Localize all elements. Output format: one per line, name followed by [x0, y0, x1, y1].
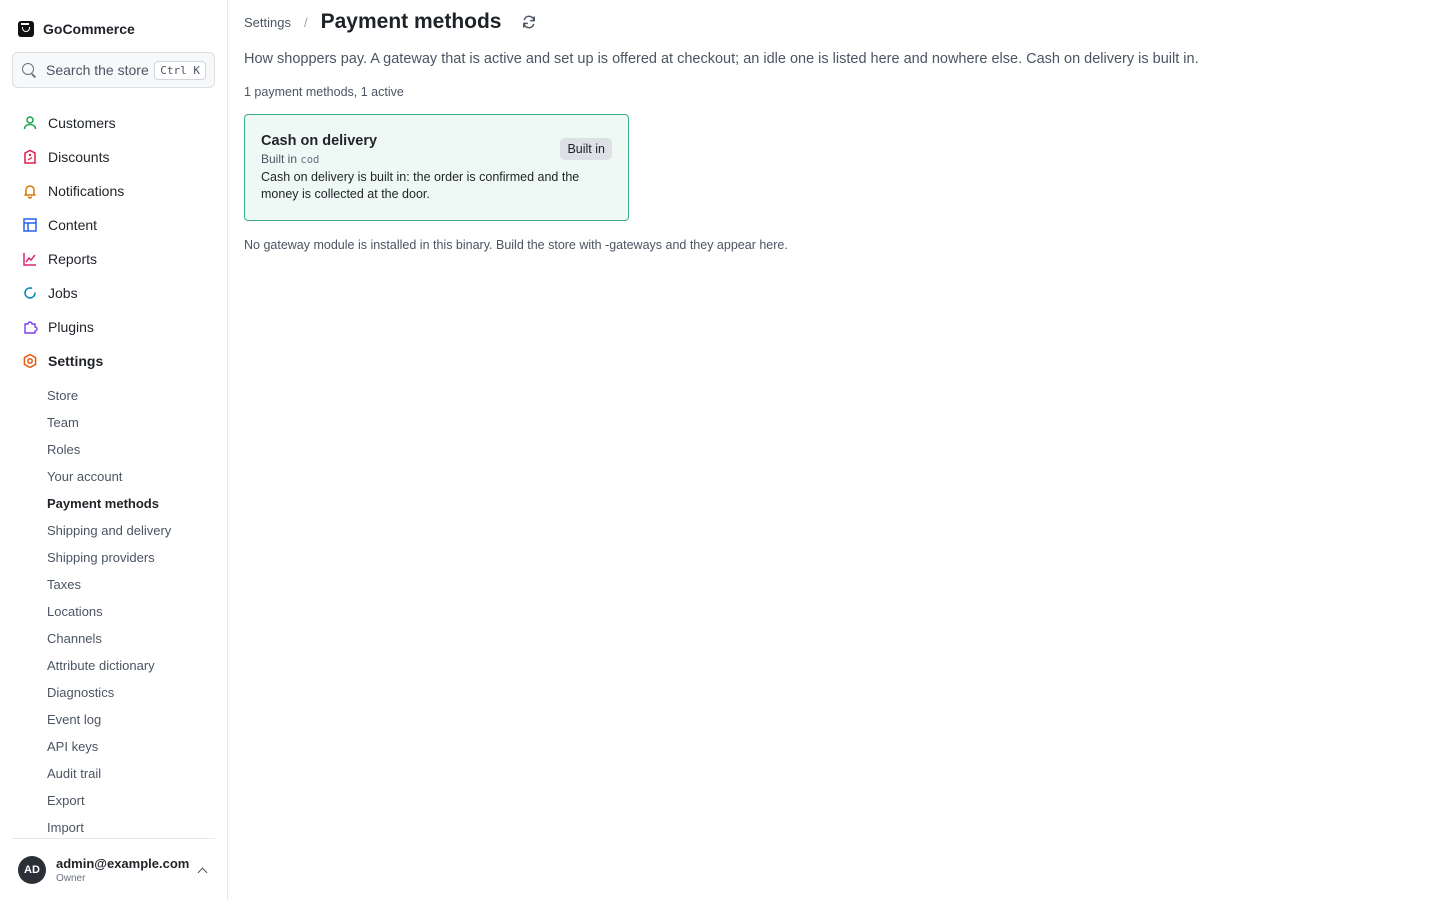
main-content: Settings / Payment methods How shoppers …: [228, 0, 1440, 900]
avatar: AD: [18, 855, 46, 884]
search-placeholder: Search the store: [46, 62, 149, 78]
nav-item-customers[interactable]: Customers: [0, 106, 227, 140]
person-icon: [22, 115, 38, 131]
subnav-item-api-keys[interactable]: API keys: [0, 733, 227, 760]
chevron-up-icon[interactable]: [197, 865, 207, 875]
payment-method-card[interactable]: Cash on delivery Built in cod Cash on de…: [244, 114, 629, 221]
layout-icon: [22, 217, 38, 233]
shortcut-hint: Ctrl K: [154, 60, 206, 80]
subnav-item-shipping-providers[interactable]: Shipping providers: [0, 544, 227, 571]
search-input[interactable]: Search the store Ctrl K: [12, 52, 215, 88]
spinner-icon: [22, 285, 38, 301]
user-menu[interactable]: AD admin@example.com Owner: [12, 838, 215, 900]
app-root: GoCommerce Search the store Ctrl K Custo…: [0, 0, 1440, 900]
methods-count: 1 payment methods, 1 active: [244, 85, 404, 99]
subnav-item-team[interactable]: Team: [0, 409, 227, 436]
chart-icon: [22, 251, 38, 267]
payment-method-kind: Built in: [261, 152, 298, 166]
tag-icon: [22, 149, 38, 165]
nav-item-reports[interactable]: Reports: [0, 242, 227, 276]
nav-item-plugins[interactable]: Plugins: [0, 310, 227, 344]
brand[interactable]: GoCommerce: [0, 14, 227, 44]
subnav-item-your-account[interactable]: Your account: [0, 463, 227, 490]
nav-item-content[interactable]: Content: [0, 208, 227, 242]
subnav-item-shipping-and-delivery[interactable]: Shipping and delivery: [0, 517, 227, 544]
main-nav: Customers Discounts Notifications Conten…: [0, 106, 227, 378]
brand-name: GoCommerce: [43, 21, 135, 37]
subnav-item-locations[interactable]: Locations: [0, 598, 227, 625]
puzzle-icon: [22, 319, 38, 335]
nav-label: Discounts: [48, 149, 110, 165]
status-badge: Built in: [560, 138, 612, 160]
subnav-item-store[interactable]: Store: [0, 382, 227, 409]
nav-label: Reports: [48, 251, 98, 267]
subnav-item-diagnostics[interactable]: Diagnostics: [0, 679, 227, 706]
search-icon: [21, 62, 37, 78]
shopping-bag-logo-icon: [18, 21, 34, 37]
subnav-item-taxes[interactable]: Taxes: [0, 571, 227, 598]
subnav-item-payment-methods[interactable]: Payment methods: [0, 490, 227, 517]
nav-item-jobs[interactable]: Jobs: [0, 276, 227, 310]
nav-item-settings[interactable]: Settings: [0, 344, 227, 378]
settings-subnav: Store Team Roles Your account Payment me…: [0, 382, 227, 841]
subnav-item-export[interactable]: Export: [0, 787, 227, 814]
payment-method-title: Cash on delivery: [261, 133, 378, 149]
nav-label: Content: [48, 217, 98, 233]
nav-item-discounts[interactable]: Discounts: [0, 140, 227, 174]
subnav-item-attribute-dictionary[interactable]: Attribute dictionary: [0, 652, 227, 679]
breadcrumb-separator: /: [303, 14, 308, 30]
user-role: Owner: [56, 872, 86, 884]
nav-label: Customers: [48, 115, 116, 131]
user-info: admin@example.com Owner: [56, 856, 197, 884]
sidebar: GoCommerce Search the store Ctrl K Custo…: [0, 0, 228, 900]
gateway-note: No gateway module is installed in this b…: [244, 238, 788, 252]
payment-method-code: cod: [300, 154, 320, 166]
subnav-item-channels[interactable]: Channels: [0, 625, 227, 652]
nav-item-notifications[interactable]: Notifications: [0, 174, 227, 208]
breadcrumb-settings[interactable]: Settings: [244, 15, 291, 30]
nav-label: Jobs: [48, 285, 78, 301]
payment-method-subtitle: Built in cod: [261, 152, 612, 166]
nav-label: Settings: [48, 353, 104, 369]
page-title: Payment methods: [320, 10, 502, 33]
nav-label: Notifications: [48, 183, 125, 199]
nav-label: Plugins: [48, 319, 94, 335]
bell-icon: [22, 183, 38, 199]
subnav-item-import[interactable]: Import: [0, 814, 227, 841]
gear-icon: [22, 353, 38, 369]
user-email: admin@example.com: [56, 855, 190, 871]
refresh-icon[interactable]: [521, 14, 537, 30]
page-header: Settings / Payment methods: [244, 0, 1424, 44]
subnav-item-roles[interactable]: Roles: [0, 436, 227, 463]
subnav-item-event-log[interactable]: Event log: [0, 706, 227, 733]
subnav-item-audit-trail[interactable]: Audit trail: [0, 760, 227, 787]
page-description: How shoppers pay. A gateway that is acti…: [244, 51, 1199, 67]
payment-method-description: Cash on delivery is built in: the order …: [261, 170, 580, 201]
